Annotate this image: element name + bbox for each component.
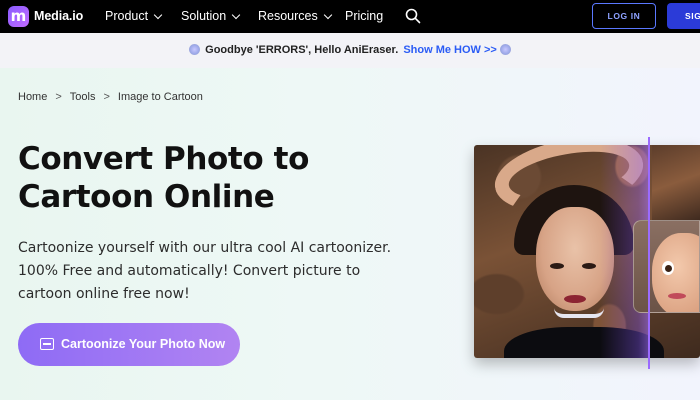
nav-item-label: Resources [258,9,318,23]
chevron-down-icon [231,10,241,20]
nav-item-solution[interactable]: Solution [181,9,241,23]
title-line: Cartoon Online [18,179,275,215]
breadcrumb-separator: > [103,91,110,103]
logo-text[interactable]: Media.io [34,9,83,23]
promo-banner: Goodbye 'ERRORS', Hello AniEraser. Show … [0,33,700,68]
nav-item-resources[interactable]: Resources [258,9,332,23]
top-nav: m Media.io Product Solution Resources Pr… [0,0,700,33]
sparkle-icon [499,43,511,55]
nav-item-product[interactable]: Product [105,9,163,23]
breadcrumb-tools[interactable]: Tools [70,91,96,103]
cta-label: Cartoonize Your Photo Now [61,337,226,351]
search-icon[interactable] [405,8,421,24]
title-line: Convert Photo to [18,141,309,177]
breadcrumb-separator: > [55,91,62,103]
nav-item-label: Product [105,9,149,23]
cartoonize-button[interactable]: Cartoonize Your Photo Now [18,323,240,366]
compare-slider-handle[interactable] [648,137,650,369]
logo-icon[interactable]: m [8,6,29,27]
hero-description: Cartoonize yourself with our ultra cool … [18,240,392,302]
banner-message: Goodbye 'ERRORS', Hello AniEraser. [205,44,399,56]
cartoon-preview [633,220,700,313]
page-title: Convert Photo to Cartoon Online [18,140,378,216]
nav-item-label: Pricing [345,9,384,23]
image-icon [40,338,54,350]
signup-button[interactable]: SIG [667,3,700,29]
nav-item-pricing[interactable]: Pricing [345,9,383,23]
chevron-down-icon [323,10,332,20]
chevron-down-icon [153,10,163,20]
breadcrumb: Home > Tools > Image to Cartoon [18,91,203,103]
nav-item-label: Solution [181,9,227,23]
breadcrumb-home[interactable]: Home [18,91,47,103]
banner-link[interactable]: Show Me HOW >> [403,44,497,56]
breadcrumb-current: Image to Cartoon [117,91,203,103]
login-button[interactable]: LOG IN [592,3,656,29]
after-photo-background [652,145,700,220]
sparkle-icon [189,43,201,55]
